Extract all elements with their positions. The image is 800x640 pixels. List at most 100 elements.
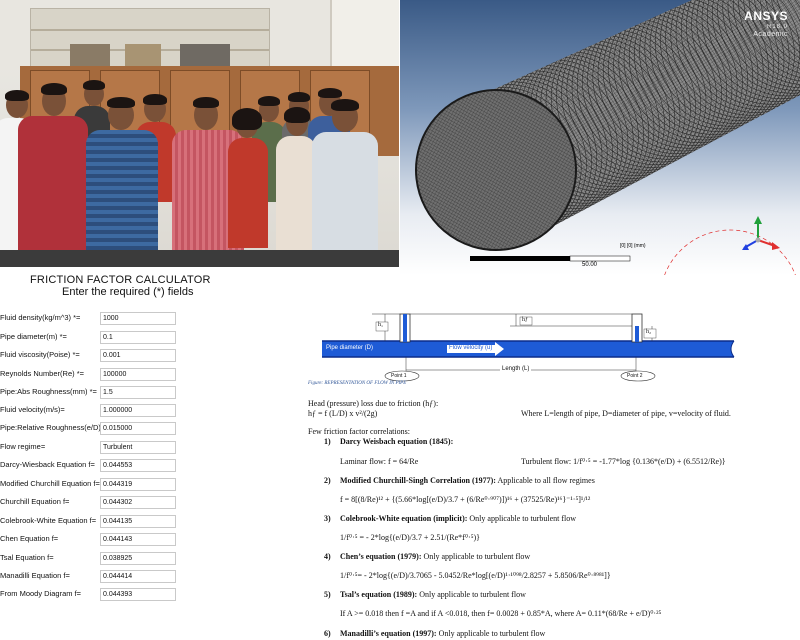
figure-caption: Figure: REPRESENTATION OF FLOW IN PIPE [308,381,407,386]
field-label: Pipe diameter(m) *= [0,332,67,341]
eq4-formula: 1/f⁰·⁵= - 2*log{(e/D)/3.7065 - 5.0452/Re… [340,571,611,580]
form-row-modified-churchill: Modified Churchill Equation f= 0.044319 [0,478,235,492]
diameter-input[interactable] [100,331,176,344]
eq1-laminar: Laminar flow: f = 64/Re [340,457,419,466]
field-label: Chen Equation f= [0,534,59,543]
scale-bar-black [470,256,570,261]
eq1-title: Darcy Weisbach equation (1845): [340,437,454,446]
photo-box [125,44,161,66]
form-row-density: Fluid density(kg/m^3) *= [0,312,235,326]
field-label: Colebrook-White Equation f= [0,516,97,525]
eq1-number: 1) [324,437,331,446]
eq4-note: Only applicable to turbulent flow [423,552,531,561]
density-input[interactable] [100,312,176,325]
form-row-diameter: Pipe diameter(m) *= [0,331,235,345]
h2-label: h₂ [646,329,652,335]
field-label: From Moody Diagram f= [0,589,82,598]
ansys-logo: ANSYS R18.0 Academic [744,10,788,38]
form-row-colebrook: Colebrook-White Equation f= 0.044135 [0,515,235,529]
calculator-title: FRICTION FACTOR CALCULATOR [30,274,211,286]
pipe-body [322,341,734,357]
eq4-title: Chen’s equation (1979): [340,552,422,561]
photo-floor [0,250,399,267]
colebrook-output: 0.044135 [100,515,176,528]
eq2-title: Modified Churchill-Singh Correlation (19… [340,476,496,485]
head-loss-title: Head (pressure) loss due to friction (hƒ… [308,399,439,408]
red-dashed-circle [664,229,796,275]
ansys-version: R18.0 [766,24,788,30]
form-row-flow-regime: Flow regime= Turbulent [0,441,235,455]
form-row-chen: Chen Equation f= 0.044143 [0,533,235,547]
modified-churchill-output: 0.044319 [100,478,176,491]
head-loss-formula: hƒ = f (L/D) x v²/(2g) [308,409,378,418]
eq4-heading: Chen’s equation (1979): Only applicable … [340,552,530,561]
field-label: Darcy-Wiesback Equation f= [0,460,95,469]
manadilli-output: 0.044414 [100,570,176,583]
eq5-number: 5) [324,590,331,599]
chen-output: 0.044143 [100,533,176,546]
eq3-title: Colebrook-White equation (implicit): [340,514,468,523]
form-row-velocity: Fluid velocity(m/s)= 1.000000 [0,404,235,418]
field-label: Fluid velocity(m/s)= [0,405,65,414]
eq6-note: Only applicable to turbulent flow [438,629,546,638]
calculator-subtitle: Enter the required (*) fields [62,286,194,298]
eq2-formula: f = 8[(8/Re)¹² + {(5.66*log[(e/D)/3.7 + … [340,495,591,504]
eq5-note: Only applicable to turbulent flow [419,590,526,599]
eq3-formula: 1/f⁰·⁵ = - 2*log{(e/D)/3.7 + 2.51/(Re*f⁰… [340,533,480,542]
darcy-output: 0.044553 [100,459,176,472]
pipe-diameter-label: Pipe diameter (D) [326,345,374,351]
hf-label: hƒ [522,317,528,323]
ansys-edition: Academic [753,31,788,38]
head-loss-where: Where L=length of pipe, D=diameter of pi… [521,409,731,418]
field-label: Modified Churchill Equation f= [0,479,100,488]
pipe-mesh [415,0,800,275]
tsal-output: 0.038925 [100,552,176,565]
field-label: Fluid viscosity(Poise) *= [0,350,80,359]
eq2-number: 2) [324,476,331,485]
form-row-reynolds: Reynolds Number(Re) *= [0,368,235,382]
eq3-note: Only applicable to turbulent flow [469,514,577,523]
form-row-roughness: Pipe:Abs Roughness(mm) *= [0,386,235,400]
eq6-title: Manadilli’s equation (1997): [340,629,437,638]
scale-bar-white [569,255,631,262]
flow-regime-output: Turbulent [100,441,176,454]
viscosity-input[interactable] [100,349,176,362]
form-row-viscosity: Fluid viscosity(Poise) *= [0,349,235,363]
eq3-number: 3) [324,514,331,523]
scale-unit: [0] [0] (mm) [620,243,646,249]
field-label: Reynolds Number(Re) *= [0,369,84,378]
roughness-input[interactable] [100,386,176,399]
eq3-heading: Colebrook-White equation (implicit): Onl… [340,514,576,523]
ansys-logo-text: ANSYS [744,9,788,23]
reynolds-input[interactable] [100,368,176,381]
moody-output: 0.044393 [100,588,176,601]
point1-label: Point 1 [391,373,407,379]
photo-box [70,44,110,66]
photo-box [180,44,230,66]
ansys-mesh-view: ANSYS R18.0 Academic [400,0,800,275]
point2-label: Point 2 [627,373,643,379]
length-label: Length (L) [500,366,532,372]
h1-label: h₁ [378,322,384,328]
relative-roughness-output: 0.015000 [100,422,176,435]
flow-velocity-label: Flow velocity (u) [449,345,493,351]
form-row-moody: From Moody Diagram f= 0.044393 [0,588,235,602]
form-row-relative-roughness: Pipe:Relative Roughness(e/D)= 0.015000 [0,422,235,436]
eq4-number: 4) [324,552,331,561]
field-label: Flow regime= [0,442,46,451]
field-label: Fluid density(kg/m^3) *= [0,313,81,322]
form-row-tsal: Tsal Equation f= 0.038925 [0,552,235,566]
field-label: Tsal Equation f= [0,553,54,562]
eq5-formula: If A >= 0.018 then f =A and if A <0.018,… [340,609,662,618]
field-label: Manadilli Equation f= [0,571,70,580]
eq2-heading: Modified Churchill-Singh Correlation (19… [340,476,595,485]
group-photo [0,0,399,267]
correlations-title: Few friction factor correlations: [308,427,410,436]
eq1-turbulent: Turbulent flow: 1/f⁰·⁵ = -1.77*log {0.13… [521,457,726,466]
eq5-title: Tsal’s equation (1989): [340,590,418,599]
eq2-note: Applicable to all flow regimes [497,476,595,485]
eq6-number: 6) [324,629,331,638]
velocity-output: 1.000000 [100,404,176,417]
field-label: Pipe:Relative Roughness(e/D)= [0,423,106,432]
reference-document: Pipe diameter (D) Flow velocity (u) Leng… [242,290,800,640]
